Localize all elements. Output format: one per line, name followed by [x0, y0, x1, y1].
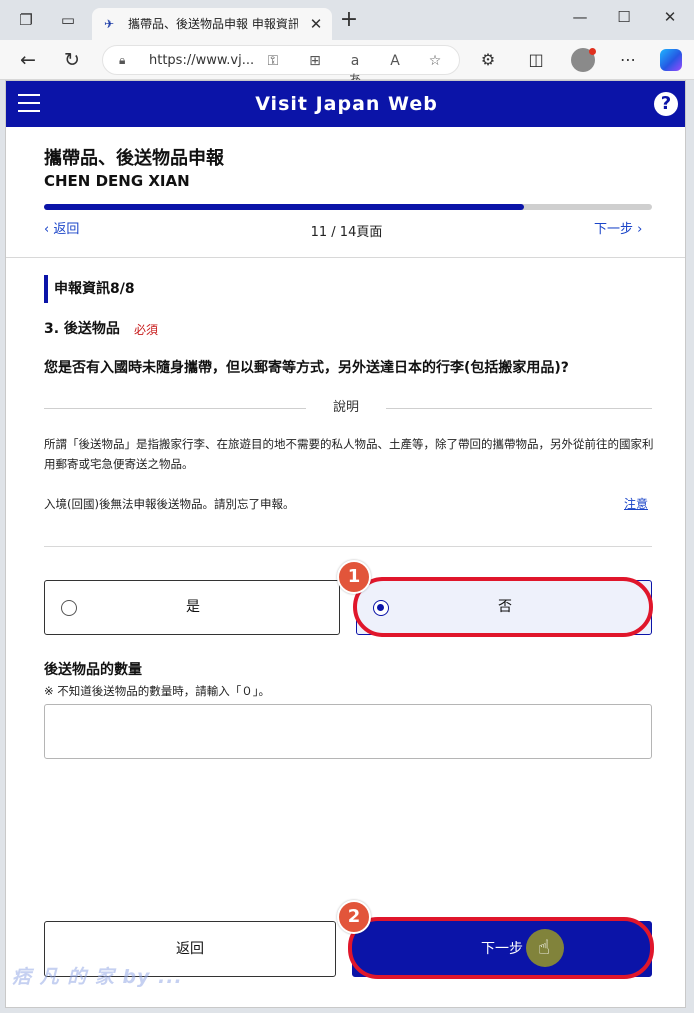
key-icon[interactable]: ⚿: [263, 51, 283, 71]
window-close-icon[interactable]: ✕: [650, 6, 690, 28]
divider: [44, 546, 652, 547]
question-text: 您是否有入國時未隨身攜帶，但以郵寄等方式，另外送達日本的行李(包括搬家用品)?: [44, 360, 569, 376]
browser-tab[interactable]: ✈ 攜帶品、後送物品申報 申報資訊8 ✕: [92, 8, 332, 40]
tab-close-icon[interactable]: ✕: [306, 14, 326, 34]
explanation-text: 所謂「後送物品」是指搬家行李、在旅遊目的地不需要的私人物品、土產等，除了帶回的攜…: [44, 437, 654, 471]
question-heading: 3. 後送物品: [44, 321, 120, 337]
read-aloud-icon[interactable]: aあ: [345, 51, 365, 89]
step-badge-1: 1: [337, 560, 371, 594]
step-badge-2: 2: [337, 900, 371, 934]
highlight-ring-option-no: [353, 577, 653, 637]
divider: [6, 257, 685, 258]
watermark: 痞 凡 的 家 by ...: [12, 966, 183, 988]
quantity-label: 後送物品的數量: [44, 662, 142, 678]
url-field[interactable]: 🔒︎ https://www.vj... ⚿ ⊞ aあ A ☆: [102, 45, 460, 89]
option-yes-label: 是: [186, 599, 200, 615]
new-tab-button[interactable]: +: [338, 9, 360, 32]
chevron-right-icon: ›: [633, 222, 643, 237]
more-icon[interactable]: ⋯: [616, 48, 640, 72]
copilot-icon[interactable]: [660, 49, 682, 71]
divider: [386, 408, 652, 409]
favorite-icon[interactable]: ☆: [425, 51, 445, 71]
web-page: Visit Japan Web ? 攜帶品、後送物品申報 CHEN DENG X…: [5, 80, 686, 1008]
notice-text: 入境(回國)後無法申報後送物品。請別忘了申報。: [44, 497, 295, 511]
progress-next-label: 下一步: [594, 222, 634, 237]
apps-icon[interactable]: ⊞: [305, 51, 325, 71]
immersive-reader-icon[interactable]: A: [385, 51, 405, 71]
app-title: Visit Japan Web: [255, 93, 438, 115]
page-counter: 11 / 14頁面: [310, 225, 383, 240]
url-text[interactable]: https://www.vj...: [149, 52, 254, 70]
quantity-input[interactable]: [44, 704, 652, 759]
progress-bar: [44, 204, 652, 210]
extensions-icon[interactable]: ⚙: [476, 48, 500, 72]
applicant-name: CHEN DENG XIAN: [44, 172, 190, 190]
hand-cursor-icon: ☝: [537, 935, 551, 959]
page-title: 攜帶品、後送物品申報: [44, 148, 224, 169]
section-label: 申報資訊8/8: [54, 281, 135, 297]
progress-next-link[interactable]: 下一步 ›: [594, 221, 642, 239]
tab-actions-icon[interactable]: ❐: [16, 10, 36, 30]
site-favicon-icon: ✈: [104, 17, 115, 31]
required-badge: 必須: [134, 323, 159, 337]
vertical-tabs-icon[interactable]: ▭: [58, 10, 78, 30]
progress-fill: [44, 204, 525, 210]
section-accent-bar: [44, 275, 48, 303]
divider: [44, 408, 306, 409]
profile-notification-dot: [589, 48, 596, 55]
highlight-ring-next: [348, 917, 654, 979]
reload-icon[interactable]: ↻: [60, 48, 84, 72]
browser-tab-bar: ❐ ▭ ✈ 攜帶品、後送物品申報 申報資訊8 ✕ + — ☐ ✕: [0, 0, 694, 40]
back-arrow-icon[interactable]: ←: [16, 48, 40, 72]
explanation-heading: 說明: [332, 400, 359, 415]
minimize-icon[interactable]: —: [560, 6, 600, 28]
notice-link[interactable]: 注意: [624, 495, 648, 513]
lock-icon[interactable]: 🔒︎: [119, 52, 135, 68]
maximize-icon[interactable]: ☐: [604, 6, 644, 28]
quantity-hint: ※ 不知道後送物品的數量時，請輸入「０」。: [44, 684, 271, 698]
app-header: Visit Japan Web ?: [6, 81, 685, 127]
browser-address-bar: ← ↻ 🔒︎ https://www.vj... ⚿ ⊞ aあ A ☆ ⚙ ◫ …: [0, 40, 694, 89]
tab-title: 攜帶品、後送物品申報 申報資訊8: [128, 17, 298, 31]
option-yes[interactable]: 是: [44, 580, 340, 635]
help-icon[interactable]: ?: [654, 92, 678, 116]
split-screen-icon[interactable]: ◫: [524, 48, 548, 72]
